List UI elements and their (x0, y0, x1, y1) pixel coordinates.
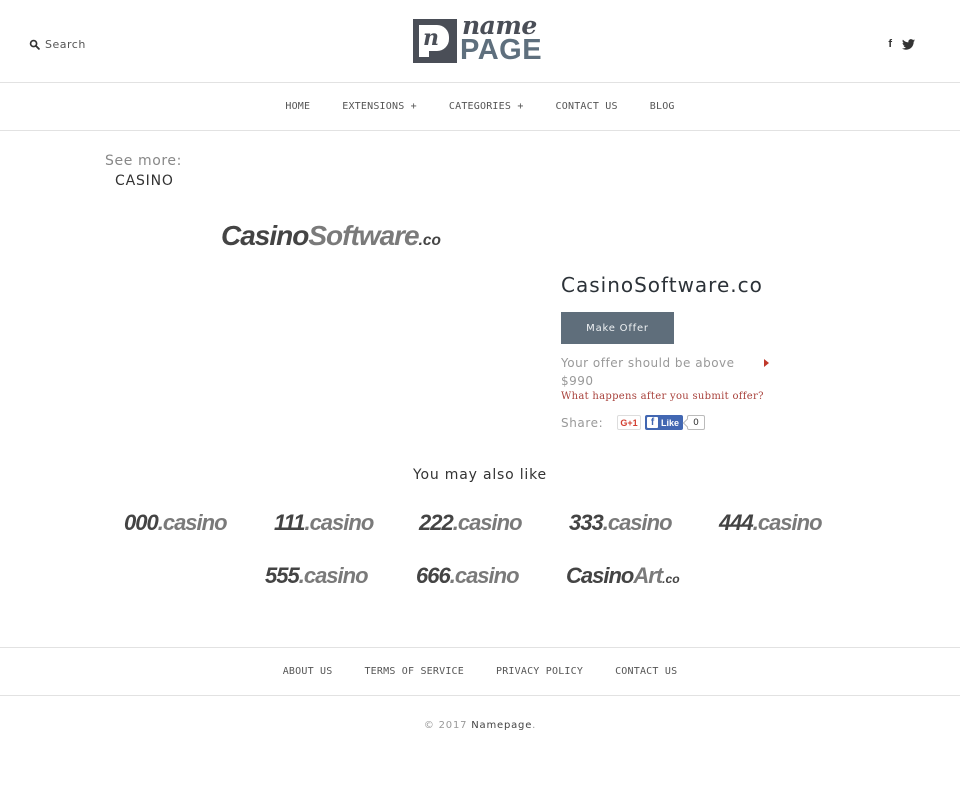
facebook-like-count: 0 (687, 415, 706, 430)
twitter-icon[interactable] (902, 38, 915, 50)
footer-about-us[interactable]: ABOUT US (283, 666, 333, 677)
search-button[interactable]: Search (29, 38, 86, 51)
nav-categories[interactable]: CATEGORIES + (449, 101, 524, 112)
related-domain-link[interactable]: 111.casino (274, 510, 374, 536)
search-icon (29, 39, 40, 50)
share-label: Share: (561, 415, 604, 430)
facebook-icon: f (647, 417, 658, 428)
see-more-label: See more: (105, 153, 182, 169)
main-nav: HOME EXTENSIONS + CATEGORIES + CONTACT U… (0, 83, 960, 131)
offer-note: Your offer should be above $990 (561, 354, 771, 390)
facebook-icon[interactable]: f (888, 38, 892, 50)
footer-terms-of-service[interactable]: TERMS OF SERVICE (364, 666, 464, 677)
related-domain-link[interactable]: CasinoArt.co (566, 563, 680, 589)
copyright: © 2017 Namepage. (0, 720, 960, 731)
google-plus-button[interactable]: G+1 (617, 415, 641, 430)
product-logo: CasinoSoftware.co (221, 220, 441, 252)
related-domain-link[interactable]: 222.casino (419, 510, 523, 536)
see-more-category-link[interactable]: CASINO (115, 173, 174, 189)
site-logo[interactable]: n name PAGE (412, 11, 548, 66)
related-domain-link[interactable]: 333.casino (569, 510, 673, 536)
related-heading: You may also like (413, 467, 547, 483)
what-happens-link[interactable]: What happens after you submit offer? (561, 391, 781, 402)
offer-note-text: Your offer should be above (561, 356, 735, 370)
caret-right-icon[interactable] (764, 359, 769, 367)
copyright-prefix: © 2017 (423, 720, 468, 731)
search-label: Search (45, 38, 86, 51)
related-domain-link[interactable]: 444.casino (719, 510, 823, 536)
facebook-like-label: Like (661, 417, 680, 428)
product-panel: CasinoSoftware.co Make Offer Your offer … (561, 273, 781, 430)
offer-minimum: $990 (561, 374, 594, 388)
logo-monogram-box: n (413, 19, 457, 63)
related-domain-link[interactable]: 000.casino (124, 510, 228, 536)
nav-home[interactable]: HOME (285, 101, 310, 112)
product-logo-part2: Software (308, 220, 419, 251)
nav-contact-us[interactable]: CONTACT US (556, 101, 618, 112)
logo-bottom-word: PAGE (460, 34, 543, 66)
related-domain-link[interactable]: 555.casino (265, 563, 369, 589)
footer-contact-us[interactable]: CONTACT US (615, 666, 677, 677)
nav-blog[interactable]: BLOG (650, 101, 675, 112)
logo-monogram: n (423, 25, 439, 51)
copyright-suffix: . (532, 720, 537, 731)
footer-privacy-policy[interactable]: PRIVACY POLICY (496, 666, 583, 677)
make-offer-button[interactable]: Make Offer (561, 312, 674, 344)
facebook-like-button[interactable]: f Like (645, 415, 684, 430)
product-logo-part1: Casino (221, 220, 309, 251)
footer-nav: ABOUT US TERMS OF SERVICE PRIVACY POLICY… (0, 647, 960, 696)
related-domain-link[interactable]: 666.casino (416, 563, 520, 589)
site-header: Search n name PAGE f (0, 0, 960, 83)
product-logo-tld: .co (418, 232, 441, 249)
nav-extensions[interactable]: EXTENSIONS + (342, 101, 417, 112)
product-title: CasinoSoftware.co (561, 273, 763, 297)
share-row: Share: G+1 f Like 0 (561, 415, 781, 430)
footer-brand-link[interactable]: Namepage (471, 720, 532, 731)
social-links: f (888, 38, 915, 50)
